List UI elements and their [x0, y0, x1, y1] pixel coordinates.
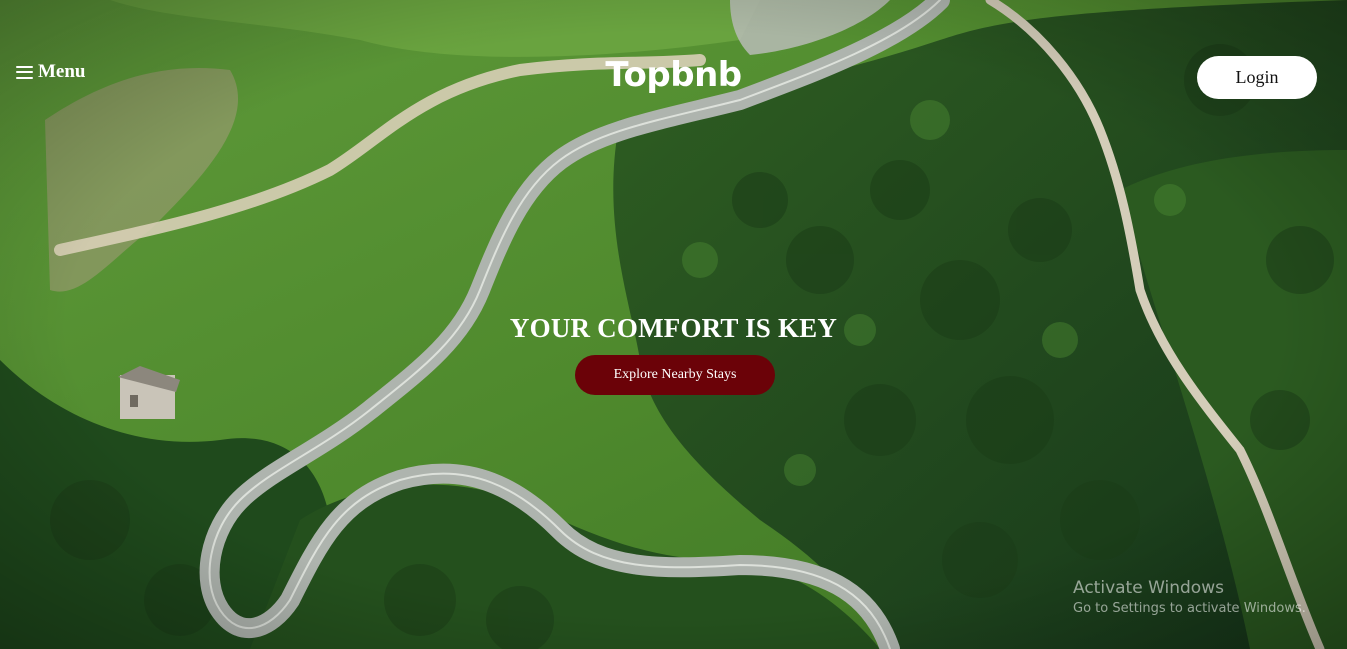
- explore-nearby-stays-button[interactable]: Explore Nearby Stays: [575, 355, 775, 395]
- hero-heading: YOUR COMFORT IS KEY: [509, 313, 838, 343]
- menu-toggle[interactable]: Menu: [16, 58, 86, 86]
- hamburger-bar-middle: [16, 71, 33, 73]
- hamburger-bar-top: [16, 65, 33, 68]
- hamburger-icon[interactable]: [16, 65, 33, 79]
- login-button[interactable]: Login: [1197, 56, 1317, 99]
- hamburger-bar-bottom: [16, 76, 33, 79]
- menu-label[interactable]: Menu: [38, 61, 86, 83]
